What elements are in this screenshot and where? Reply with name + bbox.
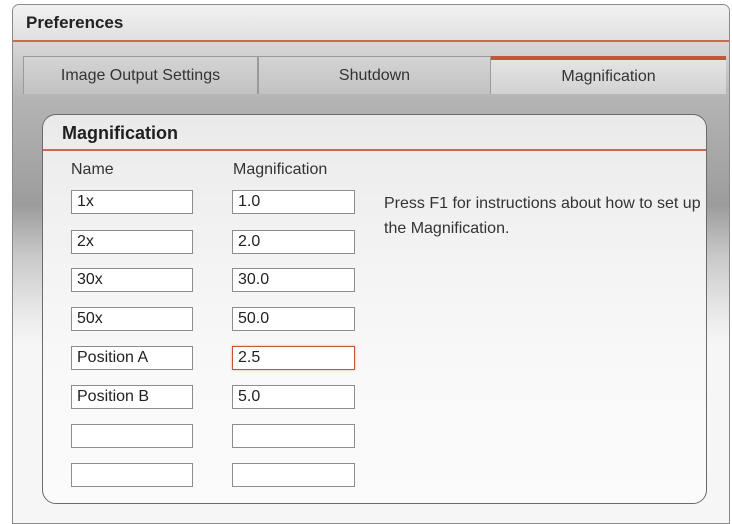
tab-shutdown[interactable]: Shutdown xyxy=(258,56,491,94)
help-text: Press F1 for instructions about how to s… xyxy=(384,195,701,237)
name-field-1[interactable] xyxy=(71,190,193,214)
name-field-4[interactable] xyxy=(71,307,193,331)
magnification-field-2[interactable] xyxy=(232,230,355,254)
preferences-window: Preferences Image Output Settings Shutdo… xyxy=(12,4,730,524)
tab-bar: Image Output Settings Shutdown Magnifica… xyxy=(23,56,726,94)
magnification-field-6[interactable] xyxy=(232,385,355,409)
magnification-field-7[interactable] xyxy=(232,424,355,448)
magnification-column-header: Magnification xyxy=(233,161,328,178)
group-header: Magnification xyxy=(43,115,706,151)
magnification-field-4[interactable] xyxy=(232,307,355,331)
name-field-8[interactable] xyxy=(71,463,193,487)
tab-magnification[interactable]: Magnification xyxy=(491,56,726,94)
magnification-group: Magnification Name Magnification Press F… xyxy=(42,114,707,504)
magnification-field-8[interactable] xyxy=(232,463,355,487)
name-field-2[interactable] xyxy=(71,230,193,254)
title-bar: Preferences xyxy=(13,5,729,42)
magnification-field-3[interactable] xyxy=(232,268,355,292)
window-title: Preferences xyxy=(26,13,124,32)
tab-image-output-settings[interactable]: Image Output Settings xyxy=(23,56,258,94)
name-column-header: Name xyxy=(71,161,114,178)
name-field-3[interactable] xyxy=(71,268,193,292)
magnification-field-1[interactable] xyxy=(232,190,355,214)
name-field-5[interactable] xyxy=(71,346,193,370)
name-field-6[interactable] xyxy=(71,385,193,409)
name-field-7[interactable] xyxy=(71,424,193,448)
group-title: Magnification xyxy=(62,123,178,143)
magnification-field-5[interactable] xyxy=(232,346,355,370)
